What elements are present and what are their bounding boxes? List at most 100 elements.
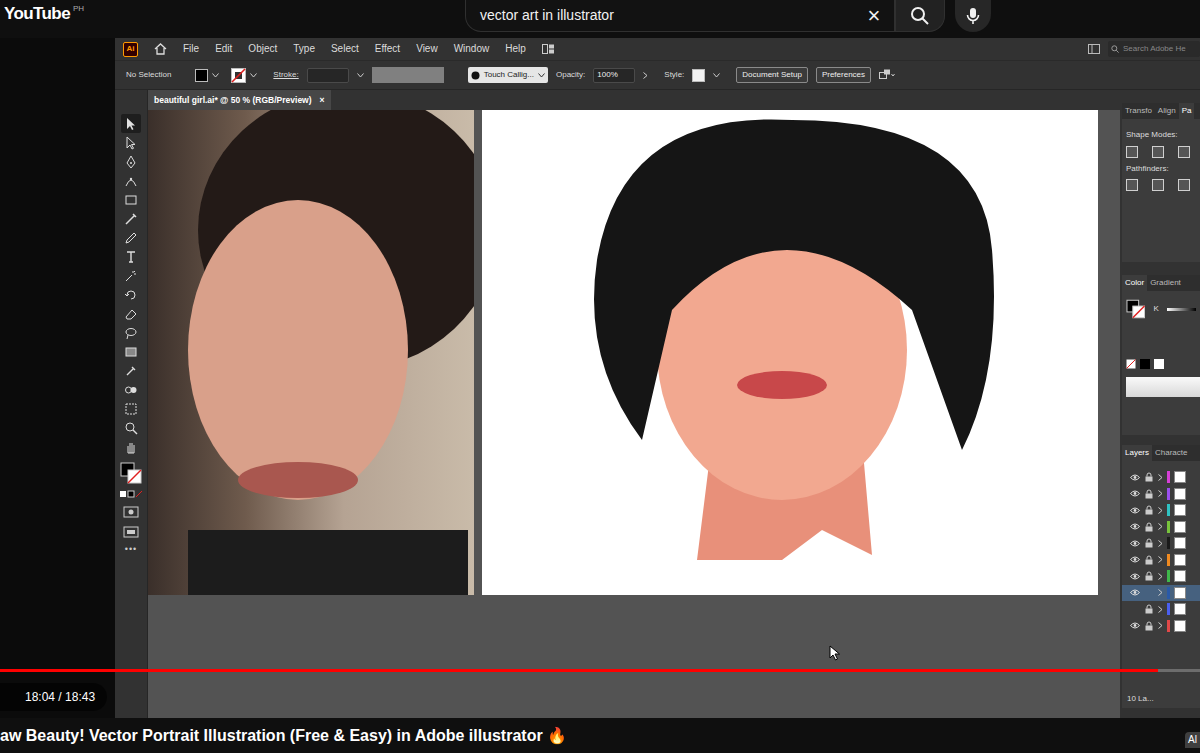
opacity-value[interactable]: 100% <box>597 70 617 80</box>
layer-row[interactable] <box>1122 568 1200 585</box>
arrange-icon[interactable] <box>879 69 895 81</box>
clear-button[interactable]: × <box>862 5 886 27</box>
tool-button[interactable] <box>121 266 141 285</box>
youtube-logo[interactable]: YouTubePH <box>0 0 465 24</box>
dropdown-icon[interactable] <box>212 73 219 78</box>
panel-tab[interactable]: Pa <box>1179 103 1195 119</box>
tool-button[interactable] <box>121 114 141 133</box>
panel-tab[interactable]: Color <box>1122 275 1147 291</box>
dropdown-icon[interactable] <box>713 73 720 78</box>
channel-slider[interactable] <box>1167 308 1196 311</box>
none-swatch-icon[interactable] <box>1126 359 1136 369</box>
stroke-label[interactable]: Stroke: <box>273 70 298 80</box>
layer-row[interactable] <box>1122 601 1200 618</box>
menu-item[interactable]: Window <box>454 43 490 55</box>
layer-row[interactable] <box>1122 552 1200 569</box>
expand-icon[interactable] <box>1158 490 1163 497</box>
tool-button[interactable] <box>121 190 141 209</box>
help-search-field[interactable]: Search Adobe He <box>1108 41 1200 57</box>
style-swatch[interactable] <box>692 69 705 82</box>
menu-item[interactable]: Type <box>293 43 315 55</box>
button-label[interactable]: Preferences <box>822 70 865 80</box>
close-tab-button[interactable]: × <box>320 95 325 105</box>
minus-front-icon[interactable] <box>1152 146 1164 158</box>
white-swatch[interactable] <box>1154 359 1164 369</box>
screen-mode-icon[interactable] <box>123 526 139 538</box>
tool-button[interactable] <box>121 285 141 304</box>
visibility-toggle[interactable] <box>1130 604 1140 614</box>
panel-tab[interactable]: Gradient <box>1147 275 1184 291</box>
logo-text[interactable]: YouTube <box>4 4 70 24</box>
dropdown-icon[interactable] <box>357 73 364 78</box>
search-text[interactable]: vector art in illustrator <box>480 7 862 24</box>
filter-chip[interactable]: Al <box>1185 732 1200 748</box>
brush-field[interactable]: Touch Callig... <box>468 67 548 83</box>
home-icon[interactable] <box>154 43 167 55</box>
layer-row[interactable] <box>1122 535 1200 552</box>
artboard[interactable] <box>482 110 1098 595</box>
expand-icon[interactable] <box>1158 606 1163 613</box>
panel-tab[interactable]: Align <box>1155 103 1179 119</box>
expand-icon[interactable] <box>1158 556 1163 563</box>
tool-button[interactable] <box>121 323 141 342</box>
panel-tab[interactable]: Transfo <box>1122 103 1155 119</box>
black-swatch[interactable] <box>1140 359 1150 369</box>
panel-tab[interactable]: Characte <box>1152 445 1190 461</box>
visibility-toggle[interactable] <box>1130 621 1140 631</box>
progress-bar[interactable] <box>0 669 1200 672</box>
fill-swatch[interactable] <box>195 69 208 82</box>
variable-width-field[interactable] <box>372 67 444 83</box>
video-title[interactable]: aw Beauty! Vector Portrait Illustration … <box>0 726 567 745</box>
voice-search-button[interactable] <box>955 0 991 32</box>
draw-mode-icon[interactable] <box>123 506 139 518</box>
tool-button[interactable] <box>121 437 141 456</box>
layer-row[interactable] <box>1122 519 1200 536</box>
opacity-field[interactable]: 100% <box>593 68 635 83</box>
stroke-weight-field[interactable] <box>307 68 349 83</box>
visibility-toggle[interactable] <box>1130 555 1140 565</box>
layer-row[interactable] <box>1122 469 1200 486</box>
fill-stroke-icon[interactable] <box>1126 299 1145 319</box>
stroke-swatch-icon[interactable] <box>231 68 246 83</box>
expand-icon[interactable] <box>1158 622 1163 629</box>
layer-row[interactable] <box>1122 585 1200 602</box>
expand-icon[interactable] <box>1158 523 1163 530</box>
tool-button[interactable] <box>121 228 141 247</box>
chevron-icon[interactable] <box>643 72 648 79</box>
lock-toggle[interactable] <box>1144 489 1154 499</box>
visibility-toggle[interactable] <box>1130 571 1140 581</box>
tool-button[interactable] <box>121 418 141 437</box>
layer-row[interactable] <box>1122 502 1200 519</box>
tool-button[interactable] <box>121 133 141 152</box>
expand-icon[interactable] <box>1158 573 1163 580</box>
color-spectrum[interactable] <box>1126 377 1200 397</box>
lock-toggle[interactable] <box>1144 555 1154 565</box>
tool-button[interactable] <box>121 209 141 228</box>
menu-item[interactable]: Edit <box>215 43 232 55</box>
lock-toggle[interactable] <box>1144 505 1154 515</box>
button-label[interactable]: Document Setup <box>742 70 802 80</box>
expand-icon[interactable] <box>1158 474 1163 481</box>
lock-toggle[interactable] <box>1144 588 1154 598</box>
search-field[interactable]: vector art in illustrator × <box>465 0 895 32</box>
tool-button[interactable] <box>121 380 141 399</box>
toolbar-button[interactable]: Preferences <box>816 67 871 83</box>
search-button[interactable] <box>895 0 945 32</box>
merge-icon[interactable] <box>1178 179 1190 191</box>
lock-toggle[interactable] <box>1144 571 1154 581</box>
layer-row[interactable] <box>1122 618 1200 635</box>
lock-toggle[interactable] <box>1144 621 1154 631</box>
color-mode-icon[interactable] <box>119 490 143 498</box>
lock-toggle[interactable] <box>1144 538 1154 548</box>
video-player[interactable]: Ai FileEditObjectTypeSelectEffectViewWin… <box>0 38 1200 718</box>
fill-stroke-icon[interactable] <box>120 462 142 484</box>
document-title[interactable]: beautiful girl.ai* @ 50 % (RGB/Preview) <box>154 95 312 105</box>
tool-button[interactable] <box>121 247 141 266</box>
more-tools-button[interactable]: ••• <box>125 544 137 555</box>
tool-button[interactable] <box>121 304 141 323</box>
menu-item[interactable]: Help <box>505 43 526 55</box>
lock-toggle[interactable] <box>1144 604 1154 614</box>
visibility-toggle[interactable] <box>1130 588 1140 598</box>
divide-icon[interactable] <box>1126 179 1138 191</box>
menu-item[interactable]: View <box>416 43 438 55</box>
